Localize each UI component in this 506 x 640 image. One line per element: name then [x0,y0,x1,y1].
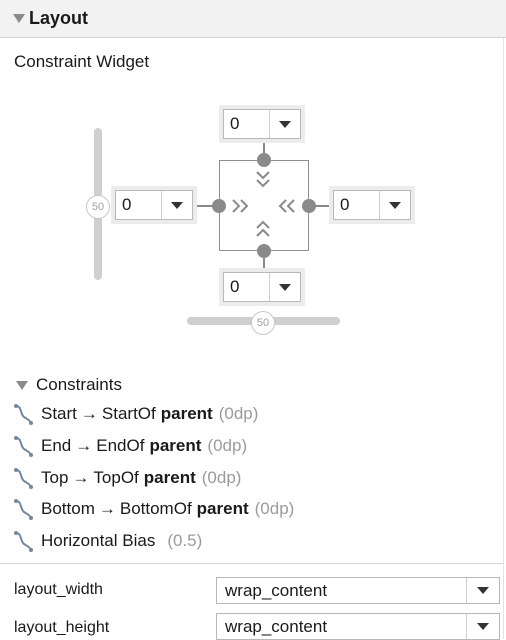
constraints-header[interactable]: Constraints [16,375,122,395]
arrow-glyph: → [75,436,93,455]
arrow-glyph: → [98,499,116,518]
constraint-link-icon [14,436,33,457]
bottom-margin-value[interactable]: 0 [224,277,269,297]
constraint-row-bottom[interactable]: Bottom → BottomOf parent (0dp) [12,498,294,520]
layout-width-label: layout_width [14,581,103,598]
collapse-triangle-icon[interactable] [13,14,25,23]
constraint-widget-title: Constraint Widget [14,52,150,71]
constraint-link-icon [14,468,33,489]
layout-width-combo[interactable]: wrap_content [216,577,500,604]
chevron-right-double-icon [232,199,249,213]
layout-width-value[interactable]: wrap_content [217,581,466,601]
caret-down-icon [171,201,183,209]
left-margin-value[interactable]: 0 [116,195,161,215]
constraint-ref: parent [149,436,202,455]
constraint-side: Top [41,468,69,487]
left-margin-field[interactable]: 0 [115,190,193,220]
left-margin-dropdown[interactable] [161,191,192,219]
constraint-target: TopOf [93,468,139,487]
panel-border [503,38,504,639]
chevron-up-double-icon [256,220,270,237]
constraint-ref: parent [160,404,213,423]
constraint-ref: parent [143,468,196,487]
right-anchor-dot[interactable] [302,199,316,213]
right-margin-value[interactable]: 0 [334,195,379,215]
top-margin-value[interactable]: 0 [224,114,269,134]
section-divider [0,563,503,564]
caret-down-icon [279,283,291,291]
horizontal-bias-knob[interactable]: 50 [251,311,275,335]
constraint-link-icon [14,499,33,520]
layout-height-value[interactable]: wrap_content [217,617,466,637]
constraint-row-horizontal-bias[interactable]: Horizontal Bias (0.5) [12,530,202,552]
bottom-margin-dropdown[interactable] [269,273,300,301]
layout-section-header[interactable]: Layout [0,0,506,38]
bottom-margin-combo: 0 [219,268,305,306]
constraints-title: Constraints [36,375,122,394]
layout-height-label: layout_height [14,619,110,636]
left-anchor-dot[interactable] [212,199,226,213]
right-margin-field[interactable]: 0 [333,190,411,220]
constraint-link-icon [14,404,33,425]
constraint-target: BottomOf [119,499,192,518]
constraint-value: (0dp) [254,499,295,518]
collapse-triangle-icon[interactable] [16,380,28,390]
constraint-value: (0dp) [218,404,259,423]
constraint-value: (0dp) [207,436,248,455]
bottom-anchor-dot[interactable] [257,244,271,258]
constraint-row-start[interactable]: Start → StartOf parent (0dp) [12,403,258,425]
section-title: Layout [29,8,89,28]
top-margin-dropdown[interactable] [269,110,300,138]
top-anchor-dot[interactable] [257,153,271,167]
arrow-glyph: → [80,404,98,423]
top-margin-combo: 0 [219,105,305,143]
vertical-bias-knob[interactable]: 50 [86,195,110,219]
right-margin-combo: 0 [329,186,415,224]
bias-label: Horizontal Bias [41,531,156,550]
caret-down-icon [279,120,291,128]
layout-height-combo[interactable]: wrap_content [216,613,500,640]
arrow-glyph: → [72,468,90,487]
chevron-down-double-icon [256,171,270,188]
left-margin-combo: 0 [111,186,197,224]
constraint-value: (0dp) [201,468,242,487]
caret-down-icon [477,623,489,630]
layout-width-dropdown[interactable] [466,578,499,603]
constraint-target: EndOf [96,436,145,455]
constraint-link-icon [14,531,33,552]
constraint-target: StartOf [101,404,156,423]
constraint-side: Bottom [41,499,95,518]
constraint-side: Start [41,404,77,423]
caret-down-icon [477,587,489,594]
chevron-left-double-icon [278,199,295,213]
constraint-side: End [41,436,72,455]
right-margin-dropdown[interactable] [379,191,410,219]
constraint-row-end[interactable]: End → EndOf parent (0dp) [12,435,247,457]
constraint-row-top[interactable]: Top → TopOf parent (0dp) [12,467,241,489]
constraint-ref: parent [196,499,249,518]
bottom-margin-field[interactable]: 0 [223,272,301,302]
caret-down-icon [389,201,401,209]
layout-height-dropdown[interactable] [466,614,499,639]
top-margin-field[interactable]: 0 [223,109,301,139]
bias-value: (0.5) [167,531,203,550]
